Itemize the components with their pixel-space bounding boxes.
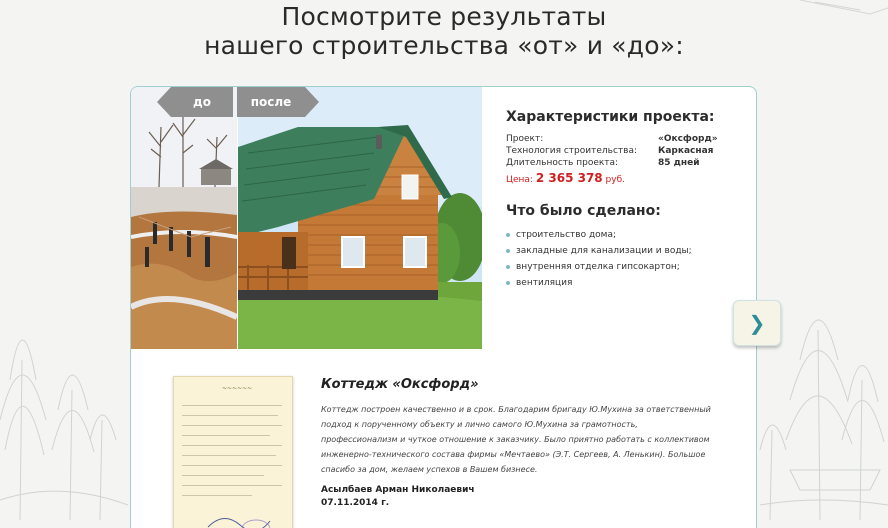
heading-line-2: нашего строительства «от» и «до»: [204, 31, 684, 60]
review-text: Коттедж построен качественно и в срок. Б… [321, 405, 711, 474]
review-title: Коттедж «Оксфорд» [321, 377, 479, 392]
before-tag[interactable]: до [157, 87, 233, 117]
specs-title: Характеристики проекта: [506, 109, 715, 125]
price-label: Цена: [506, 175, 533, 185]
done-list: строительство дома; закладные для канали… [506, 227, 746, 291]
chevron-right-icon: ❯ [748, 311, 766, 335]
page-heading: Посмотрите результаты нашего строительст… [0, 2, 888, 60]
after-tag[interactable]: после [237, 87, 319, 117]
done-item: строительство дома; [506, 227, 746, 243]
spec-value: 85 дней [658, 158, 700, 168]
done-title: Что было сделано: [506, 203, 661, 219]
spec-row-project: Проект: «Оксфорд» [506, 133, 746, 145]
review-letter-image[interactable]: ~~~~~~ [173, 376, 293, 528]
spec-row-technology: Технология строительства: Каркасная [506, 145, 746, 157]
heading-line-1: Посмотрите результаты [281, 2, 607, 31]
spec-key: Длительность проекта: [506, 158, 619, 168]
before-photo[interactable] [131, 87, 237, 349]
price-value: 2 365 378 [535, 171, 603, 185]
spec-row-duration: Длительность проекта: 85 дней [506, 157, 746, 169]
price: Цена: 2 365 378 руб. [506, 171, 746, 185]
done-item: внутренняя отделка гипсокартон; [506, 259, 746, 275]
done-item: закладные для канализации и воды; [506, 243, 746, 259]
done-item: вентиляция [506, 275, 746, 291]
review: Коттедж «Оксфорд» Коттедж построен качес… [321, 377, 711, 508]
spec-key: Проект: [506, 134, 544, 144]
spec-key: Технология строительства: [506, 146, 638, 156]
review-date: 07.11.2014 г. [321, 498, 390, 508]
after-photo[interactable] [238, 87, 482, 349]
project-card: до после Характеристики проекта: Проект:… [130, 86, 757, 528]
spec-value: «Оксфорд» [658, 134, 718, 144]
next-slide-button[interactable]: ❯ [733, 300, 781, 346]
letter-heading-scribble: ~~~~~~ [222, 385, 253, 392]
signature-stamp [207, 518, 271, 528]
review-author: Асылбаев Арман Николаевич [321, 485, 475, 495]
project-specs: Характеристики проекта: Проект: «Оксфорд… [506, 109, 746, 291]
spec-value: Каркасная [658, 146, 714, 156]
price-unit: руб. [605, 175, 625, 185]
